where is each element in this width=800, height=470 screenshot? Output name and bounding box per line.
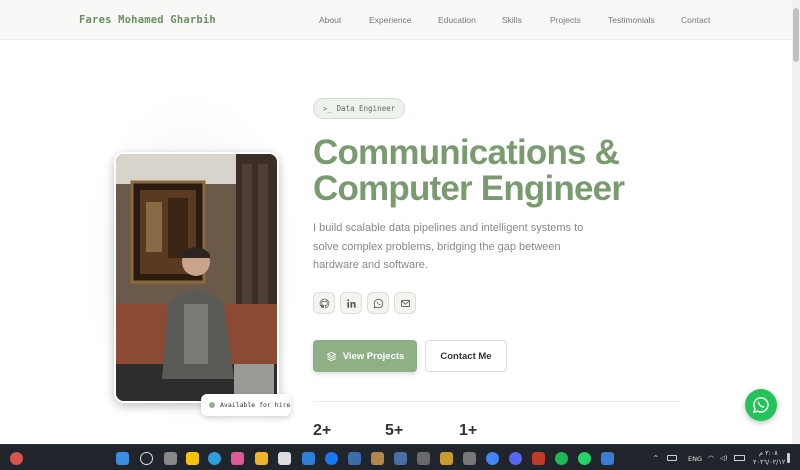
whatsapp-floating-button[interactable] [745,389,777,421]
profile-photo-illustration [116,154,277,401]
chevron-up-icon[interactable]: ^ [653,454,658,462]
notification-icon[interactable] [10,452,23,465]
view-projects-label: View Projects [342,350,405,362]
nav-skills[interactable]: Skills [502,15,522,25]
whatsapp-icon [373,298,383,308]
whatsapp-icon [752,397,769,414]
clock-time[interactable]: ٢:٠٨ م [759,449,778,457]
language-indicator[interactable]: ENG [688,455,702,463]
nav-about[interactable]: About [319,15,341,25]
email-link[interactable] [394,292,416,314]
edge-icon[interactable] [208,452,221,465]
availability-badge: Available for hire [201,394,291,416]
clock-date[interactable]: ٢٠٢٦/٠٢/١٢ [753,458,785,466]
app-icon[interactable] [601,452,614,465]
app-icon[interactable] [532,452,545,465]
task-view-icon[interactable] [164,452,177,465]
app-icon[interactable] [417,452,430,465]
nav-contact[interactable]: Contact [681,15,710,25]
layers-icon [326,351,336,361]
github-icon [319,298,329,308]
app-icon[interactable] [348,452,361,465]
terminal-icon: >_ [323,104,332,113]
page-scrollbar[interactable] [792,0,800,444]
nav-testimonials[interactable]: Testimonials [608,15,655,25]
tray-app-icon[interactable] [667,455,677,461]
status-dot [209,402,215,408]
scrollbar-thumb[interactable] [793,8,799,62]
linkedin-link[interactable] [340,292,362,314]
facebook-icon[interactable] [325,452,338,465]
profile-photo [114,152,279,403]
show-desktop-button[interactable] [787,453,790,463]
site-header: Fares Mohamed Gharbih About Experience E… [0,0,792,40]
mail-app-icon[interactable] [302,452,315,465]
stat-value: 2+ [313,422,332,439]
hero-title-line2: Computer Engineer [313,169,625,208]
discord-icon[interactable] [509,452,522,465]
chrome-icon[interactable] [486,452,499,465]
whatsapp-app-icon[interactable] [578,452,591,465]
stats-divider [313,401,680,402]
spotify-icon[interactable] [555,452,568,465]
nav-experience[interactable]: Experience [369,15,412,25]
github-link[interactable] [313,292,335,314]
nav-education[interactable]: Education [438,15,476,25]
linkedin-icon [346,298,356,308]
battery-icon[interactable] [734,455,745,461]
volume-icon[interactable]: ◁) [720,454,728,462]
drive-icon[interactable] [186,452,199,465]
copilot-icon[interactable] [231,452,244,465]
stat-value: 1+ [459,422,478,439]
availability-text: Available for hire [220,401,291,409]
whatsapp-link[interactable] [367,292,389,314]
hero-title-line1: Communications & [313,133,620,172]
role-text: Data Engineer [336,104,396,113]
role-badge: >_ Data Engineer [313,98,406,119]
brand-name[interactable]: Fares Mohamed Gharbih [79,14,216,26]
store-icon[interactable] [278,452,291,465]
hero-description: I build scalable data pipelines and inte… [313,222,584,271]
app-icon[interactable] [463,452,476,465]
search-icon[interactable] [140,452,153,465]
wifi-icon[interactable]: ◠ [708,454,714,462]
app-icon[interactable] [440,452,453,465]
mail-icon [400,299,410,307]
start-icon[interactable] [116,452,129,465]
stat-value: 5+ [385,422,404,439]
app-icon[interactable] [394,452,407,465]
windows-taskbar: ^ ENG ◠ ◁) ٢:٠٨ م ٢٠٢٦/٠٢/١٢ [0,444,800,470]
file-explorer-icon[interactable] [255,452,268,465]
app-icon[interactable] [371,452,384,465]
view-projects-button[interactable]: View Projects [313,340,417,372]
nav-projects[interactable]: Projects [550,15,581,25]
contact-me-button[interactable]: Contact Me [425,340,507,372]
